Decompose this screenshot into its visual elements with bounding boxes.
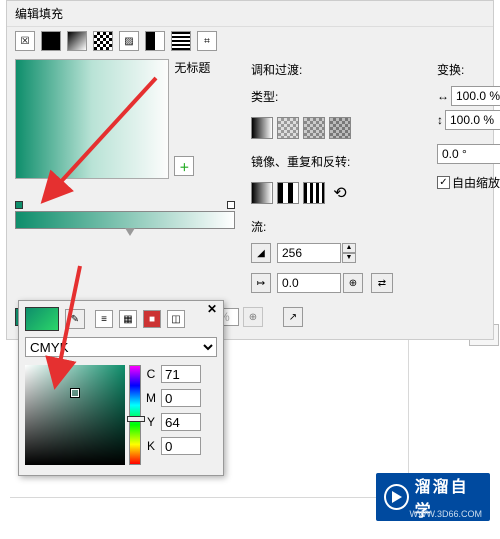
gradient-midpoint-handle[interactable] (125, 228, 135, 236)
type-checker-2[interactable] (303, 117, 325, 139)
fill-type-none[interactable]: ☒ (15, 31, 35, 51)
fill-type-pattern[interactable] (93, 31, 113, 51)
fill-type-gradient[interactable] (67, 31, 87, 51)
swap-colors-button[interactable]: ⇄ (371, 273, 393, 293)
fill-type-postscript[interactable]: ⌗ (197, 31, 217, 51)
plus-icon: ＋ (179, 159, 189, 174)
height-icon: ↕ (437, 113, 443, 127)
type-swatches (251, 117, 397, 139)
mirror-swatches: ⟲ (251, 182, 397, 204)
node-opacity-2-extra: ⊕ (243, 307, 263, 327)
flow-input[interactable]: 256 (277, 243, 341, 263)
gradient-stop-start[interactable] (15, 201, 23, 209)
type-checker-1[interactable] (277, 117, 299, 139)
type-checker-3[interactable] (329, 117, 351, 139)
y-label: Y (145, 415, 157, 429)
play-icon (384, 484, 409, 510)
gradient-slider[interactable] (15, 201, 235, 239)
transform-heading: 变换: (437, 61, 500, 78)
transform-height-input[interactable]: 100.0 % (445, 110, 500, 130)
color-model-select[interactable]: CMYK (25, 337, 217, 357)
offset-extra-button[interactable]: ⊕ (343, 273, 363, 293)
picker-mode-mixer[interactable]: ◫ (167, 310, 185, 328)
fill-type-toolbar: ☒ ▨ ⌗ (7, 27, 493, 55)
y-input[interactable] (161, 413, 201, 431)
eyedropper-button[interactable]: ✎ (65, 309, 85, 329)
watermark-logo: 溜溜自学 WWW.3D66.COM (376, 473, 490, 521)
width-icon: ↔ (437, 89, 449, 103)
free-scale-label: 自由缩放和 (452, 174, 500, 191)
c-label: C (145, 367, 157, 381)
offset-input[interactable]: 0.0 (277, 273, 341, 293)
k-input[interactable] (161, 437, 201, 455)
fill-type-texture[interactable]: ▨ (119, 31, 139, 51)
fill-type-solid[interactable] (41, 31, 61, 51)
transform-rotation-input[interactable]: 0.0 ° (437, 144, 500, 164)
m-input[interactable] (161, 389, 201, 407)
window-title: 编辑填充 (7, 1, 493, 27)
picker-mode-palette[interactable]: ■ (143, 310, 161, 328)
color-picker-panel: ✕ ✎ ≡ ▦ ■ ◫ CMYK C M Y K (18, 300, 224, 476)
transform-width-input[interactable]: 100.0 % (451, 86, 500, 106)
picker-mode-sliders[interactable]: ≡ (95, 310, 113, 328)
picker-preview-chip (25, 307, 59, 331)
gradient-preview (15, 59, 169, 179)
mirror-label: 镜像、重复和反转: (251, 153, 397, 170)
add-preset-button[interactable]: ＋ (174, 156, 194, 176)
fill-editor-window: 编辑填充 ☒ ▨ ⌗ 无标题 ＋ (6, 0, 494, 340)
offset-arrow-icon: ↦ (251, 273, 271, 293)
fill-type-grid[interactable] (171, 31, 191, 51)
harmonics-heading: 调和过渡: (251, 61, 397, 78)
flow-label: 流: (251, 218, 397, 235)
flow-spin-down[interactable]: ▼ (342, 253, 356, 263)
gradient-track[interactable] (15, 211, 235, 229)
type-linear[interactable] (251, 117, 273, 139)
m-label: M (145, 391, 157, 405)
flow-spin-up[interactable]: ▲ (342, 243, 356, 253)
mirror-repeat[interactable] (277, 182, 299, 204)
mirror-reflect[interactable] (303, 182, 325, 204)
hue-slider[interactable] (129, 365, 141, 465)
reverse-button[interactable]: ⟲ (329, 182, 351, 204)
c-input[interactable] (161, 365, 201, 383)
gradient-stop-end[interactable] (227, 201, 235, 209)
picker-close-button[interactable]: ✕ (205, 303, 219, 317)
fill-type-twocolor[interactable] (145, 31, 165, 51)
mirror-none[interactable] (251, 182, 273, 204)
type-label: 类型: (251, 88, 397, 105)
flow-icon: ◢ (251, 243, 271, 263)
sv-picker[interactable] (25, 365, 125, 465)
logo-site: WWW.3D66.COM (409, 509, 482, 519)
free-scale-checkbox[interactable]: ✓ (437, 176, 450, 189)
picker-mode-viewer[interactable]: ▦ (119, 310, 137, 328)
preset-name-label: 无标题 (174, 59, 210, 76)
node-blend-button[interactable]: ↗ (283, 307, 303, 327)
sv-cursor[interactable] (71, 389, 79, 397)
hue-thumb[interactable] (127, 416, 145, 422)
k-label: K (145, 439, 157, 453)
cmyk-inputs: C M Y K (145, 365, 201, 465)
